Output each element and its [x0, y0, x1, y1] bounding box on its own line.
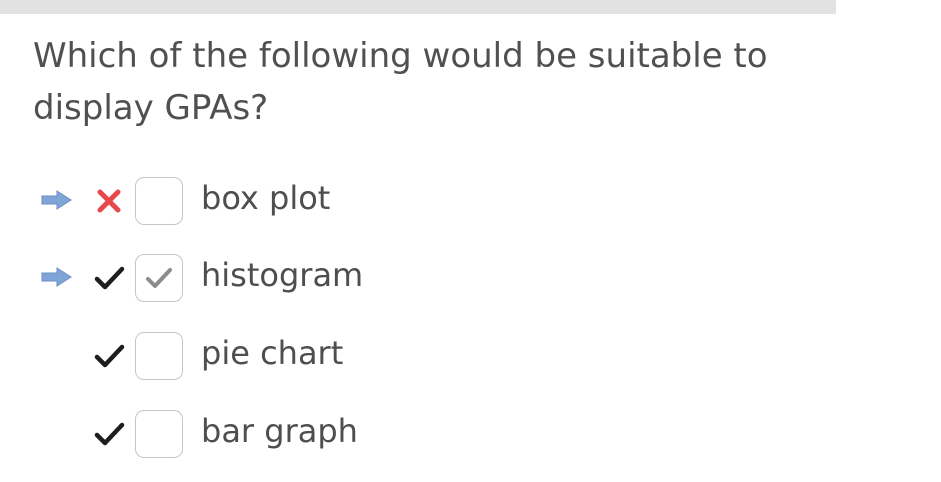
option-bar-graph: bar graph [0, 410, 941, 462]
option-label: bar graph [201, 412, 358, 450]
check-icon [94, 344, 125, 368]
arrow-right-icon [41, 190, 72, 210]
option-histogram: histogram [0, 254, 941, 306]
arrow-right-icon [41, 267, 72, 287]
quiz-page: Which of the following would be suitable… [0, 0, 941, 482]
option-checkbox[interactable] [135, 177, 183, 225]
option-label: histogram [201, 256, 364, 294]
option-checkbox[interactable] [135, 254, 183, 302]
option-box-plot: box plot [0, 177, 941, 229]
top-bar [0, 0, 836, 14]
option-pie-chart: pie chart [0, 332, 941, 384]
option-label: pie chart [201, 334, 344, 372]
option-label: box plot [201, 179, 331, 217]
check-icon [94, 266, 125, 290]
check-icon [94, 422, 125, 446]
checkbox-tick-icon [146, 268, 172, 288]
cross-icon [97, 189, 121, 213]
question-text: Which of the following would be suitable… [33, 36, 768, 128]
option-checkbox[interactable] [135, 332, 183, 380]
option-checkbox[interactable] [135, 410, 183, 458]
